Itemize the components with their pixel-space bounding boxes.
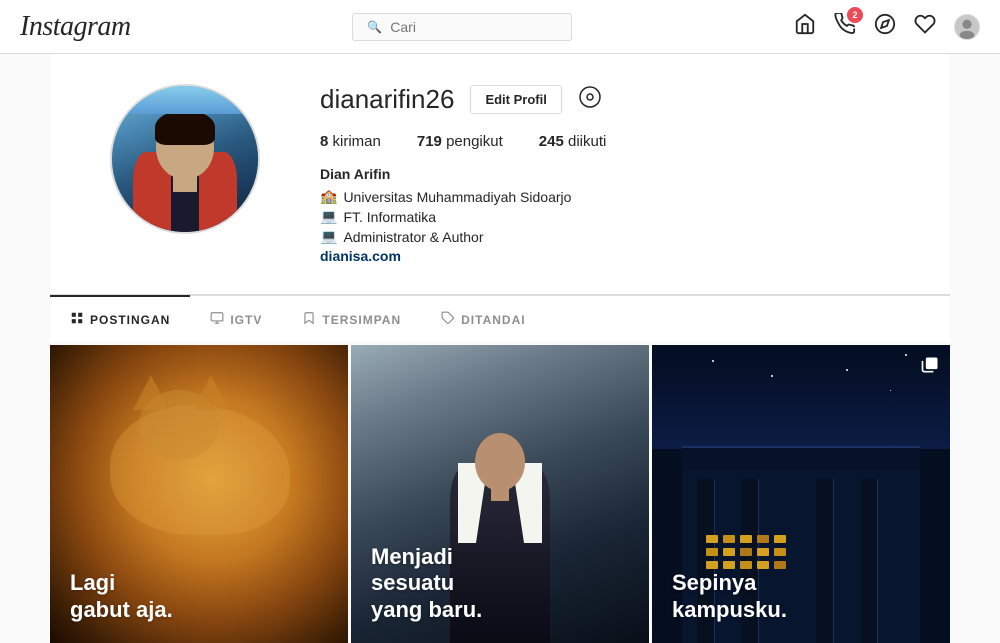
post-2-text: Menjadisesuatuyang baru.	[371, 544, 482, 623]
avatar-wrapper	[110, 84, 260, 234]
profile-section: dianarifin26 Edit Profil 8 kiriman 719 p…	[50, 54, 950, 295]
post-3-text: Sepinyakampusku.	[672, 570, 787, 623]
edit-profile-button[interactable]: Edit Profil	[470, 85, 561, 114]
header-nav: 2	[794, 13, 980, 41]
profile-info: dianarifin26 Edit Profil 8 kiriman 719 p…	[320, 84, 890, 264]
profile-username: dianarifin26	[320, 84, 454, 115]
search-box[interactable]: 🔍	[352, 13, 572, 41]
bio-text-2: FT. Informatika	[343, 209, 436, 225]
bio-line-3: 💻 Administrator & Author	[320, 228, 890, 245]
bio-line-1: 🏫 Universitas Muhammadiyah Sidoarjo	[320, 188, 890, 205]
home-icon[interactable]	[794, 13, 816, 41]
search-container: 🔍	[131, 13, 794, 41]
bio-icon-2: 💻	[320, 208, 337, 225]
tab-postingan-label: POSTINGAN	[90, 313, 170, 327]
bio-line-2: 💻 FT. Informatika	[320, 208, 890, 225]
tab-tersimpan-label: TERSIMPAN	[322, 313, 401, 327]
profile-name: Dian Arifin	[320, 166, 890, 182]
saved-icon	[302, 311, 316, 328]
multiple-post-icon	[920, 355, 940, 380]
following-stat[interactable]: 245 diikuti	[539, 133, 607, 150]
profile-link[interactable]: dianisa.com	[320, 248, 890, 264]
post-3[interactable]: Sepinyakampusku.	[652, 345, 950, 643]
tab-igtv-label: IGTV	[230, 313, 262, 327]
grid-icon	[70, 311, 84, 328]
bio-text-1: Universitas Muhammadiyah Sidoarjo	[343, 189, 571, 205]
avatar	[110, 84, 260, 234]
tab-postingan[interactable]: POSTINGAN	[50, 295, 190, 342]
profile-stats: 8 kiriman 719 pengikut 245 diikuti	[320, 133, 890, 150]
posts-count: 8	[320, 133, 328, 150]
search-icon: 🔍	[367, 20, 382, 34]
followers-stat[interactable]: 719 pengikut	[417, 133, 503, 150]
bio-icon-3: 💻	[320, 228, 337, 245]
tabs-section: POSTINGAN IGTV TERSIMPAN DITANDAI	[50, 295, 950, 342]
heart-icon[interactable]	[914, 13, 936, 41]
bio-icon-1: 🏫	[320, 188, 337, 205]
tab-tersimpan[interactable]: TERSIMPAN	[282, 295, 421, 342]
bio-text-3: Administrator & Author	[343, 229, 483, 245]
activity-badge: 2	[847, 7, 863, 23]
settings-icon[interactable]	[578, 85, 602, 115]
tab-ditandai[interactable]: DITANDAI	[421, 295, 545, 342]
explore-icon[interactable]	[874, 13, 896, 41]
tab-ditandai-label: DITANDAI	[461, 313, 525, 327]
posts-stat: 8 kiriman	[320, 133, 381, 150]
instagram-logo: Instagram	[20, 11, 131, 43]
posts-grid: Lagigabut aja. Menjadisesuatuyang baru.	[50, 345, 950, 643]
profile-avatar-nav[interactable]	[954, 14, 980, 40]
profile-top-row: dianarifin26 Edit Profil	[320, 84, 890, 115]
header: Instagram 🔍 2	[0, 0, 1000, 54]
following-label: diikuti	[568, 133, 606, 150]
post-1-text: Lagigabut aja.	[70, 570, 173, 623]
post-1[interactable]: Lagigabut aja.	[50, 345, 348, 643]
search-input[interactable]	[390, 19, 557, 35]
posts-label: kiriman	[333, 133, 381, 150]
activity-icon[interactable]: 2	[834, 13, 856, 41]
followers-count: 719	[417, 133, 442, 150]
tagged-icon	[441, 311, 455, 328]
igtv-icon	[210, 311, 224, 328]
post-2[interactable]: Menjadisesuatuyang baru.	[351, 345, 649, 643]
followers-label: pengikut	[446, 133, 503, 150]
tab-igtv[interactable]: IGTV	[190, 295, 282, 342]
following-count: 245	[539, 133, 564, 150]
